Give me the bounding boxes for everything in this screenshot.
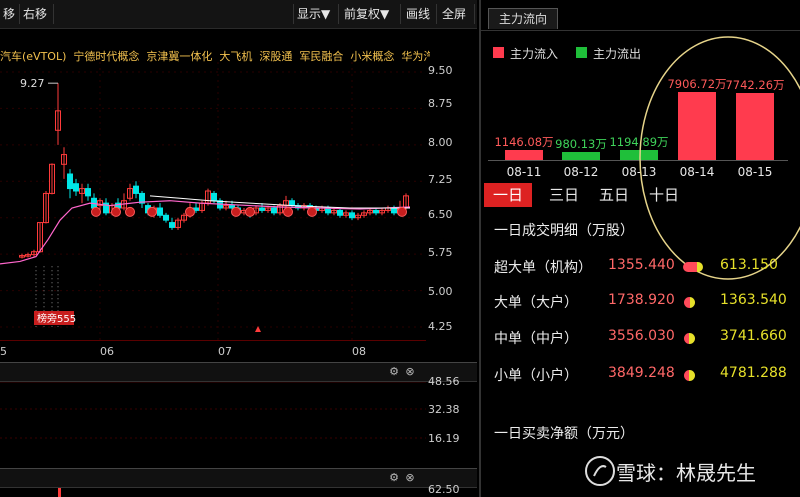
price-axis-tick: 9.50 — [428, 64, 453, 77]
detail-row-sell: 3741.660 — [720, 328, 787, 344]
net-title: 一日买卖净额（万元） — [494, 426, 634, 442]
tab-capital-flow[interactable]: 主力流向 — [488, 8, 558, 29]
detail-row-sell: 4781.288 — [720, 365, 787, 381]
price-axis-tick: 8.75 — [428, 97, 453, 110]
candle-body — [73, 183, 79, 192]
detail-row-buy: 1738.920 — [608, 292, 675, 308]
indicator-axis-tick: 62.50 — [428, 483, 460, 496]
xueqiu-logo-icon — [585, 456, 615, 486]
indicator-axis-tick: 32.38 — [428, 403, 460, 416]
candle-body — [163, 214, 169, 221]
detail-title: 一日成交明细（万股） — [494, 223, 634, 239]
period-tab[interactable]: 三日 — [540, 183, 588, 207]
period-tab[interactable]: 十日 — [640, 183, 688, 207]
detail-row-buy: 3849.248 — [608, 365, 675, 381]
flow-bar[interactable] — [505, 150, 543, 160]
price-axis-tick: 4.25 — [428, 320, 453, 333]
left-move-button[interactable]: 移 — [0, 4, 20, 24]
date-axis-tick: 5 — [0, 345, 7, 358]
candle-body — [391, 207, 397, 214]
candlestick-chart[interactable]: 9.27 榜旁555 — [0, 62, 426, 342]
candle-body — [85, 188, 91, 197]
price-axis-tick: 7.25 — [428, 173, 453, 186]
price-axis-tick: 5.00 — [428, 285, 453, 298]
date-axis-tick: 07 — [218, 345, 232, 358]
dragon-tiger-list-tag: 榜旁555 — [34, 311, 76, 325]
detail-row-label: 超大单（机构） — [494, 260, 592, 276]
close-icon[interactable]: ⊗ — [404, 472, 416, 484]
buy-sell-ratio-indicator — [684, 297, 695, 308]
draw-line-button[interactable]: 画线 — [403, 4, 437, 24]
flow-bar-date: 08-12 — [563, 165, 599, 179]
detail-row-label: 大单（大户） — [494, 295, 578, 311]
candle-body — [169, 222, 175, 228]
signal-marker-icon — [125, 206, 135, 217]
legend-in-label: 主力流入 — [510, 47, 559, 61]
price-axis-tick: 6.50 — [428, 208, 453, 221]
detail-row-buy: 1355.440 — [608, 257, 675, 273]
flow-bar-date: 08-11 — [506, 165, 542, 179]
detail-row-label: 中单（中户） — [494, 331, 578, 347]
candle-body — [67, 173, 73, 190]
date-axis-tick: 08 — [352, 345, 366, 358]
buy-sell-ratio-indicator — [684, 370, 695, 381]
fullscreen-button[interactable]: 全屏 — [439, 4, 475, 24]
candle-body — [373, 209, 379, 214]
legend-in-swatch — [493, 47, 504, 58]
signal-marker-icon — [185, 206, 195, 217]
adjust-dropdown[interactable]: 前复权▼ — [341, 4, 401, 24]
right-move-button[interactable]: 右移 — [20, 4, 54, 24]
indicator-axis-tick: 48.56 — [428, 375, 460, 388]
period-tab[interactable]: 五日 — [590, 183, 638, 207]
signal-marker-icon — [231, 206, 241, 217]
candle-body — [259, 207, 265, 211]
detail-row-label: 小单（小户） — [494, 368, 578, 384]
legend-out-swatch — [576, 47, 587, 58]
signal-marker-icon — [245, 206, 255, 217]
candle-body — [289, 200, 295, 207]
peak-price-label: 9.27 — [20, 77, 45, 90]
indicator-bar-2: ⚙ ⊗ — [0, 468, 477, 488]
period-tab[interactable]: 一日 — [484, 183, 532, 207]
indicator-axis-tick: 16.19 — [428, 432, 460, 445]
signal-marker-icon — [91, 206, 101, 217]
candle-body — [271, 207, 277, 214]
buy-sell-ratio-indicator — [684, 333, 695, 344]
close-icon[interactable]: ⊗ — [404, 366, 416, 378]
settings-gear-icon[interactable]: ⚙ — [388, 366, 400, 378]
detail-row-sell: 613.150 — [720, 257, 778, 273]
legend-out-label: 主力流出 — [593, 47, 642, 61]
buy-sell-ratio-indicator — [683, 262, 703, 272]
chart-axis-line — [0, 340, 426, 341]
indicator-bar-1: ⚙ ⊗ — [0, 362, 477, 382]
candle-body — [133, 185, 139, 194]
detail-row-sell: 1363.540 — [720, 292, 787, 308]
candle-body — [337, 209, 343, 216]
signal-marker-icon — [397, 206, 407, 217]
volume-bar — [58, 488, 61, 497]
price-axis-tick: 8.00 — [428, 136, 453, 149]
signal-marker-icon — [147, 206, 157, 217]
signal-marker-icon — [307, 206, 317, 217]
flow-bar[interactable] — [562, 151, 600, 160]
chart-toolbar: 移 右移 显示▼ 前复权▼ 画线 全屏 — [0, 0, 477, 29]
candle-body — [349, 212, 355, 219]
indicator-chart-1 — [0, 382, 426, 439]
up-arrow-icon — [255, 326, 261, 332]
display-dropdown[interactable]: 显示▼ — [293, 4, 339, 24]
signal-marker-icon — [283, 206, 293, 217]
candle-body — [157, 207, 163, 216]
signal-marker-icon — [111, 206, 121, 217]
settings-gear-icon[interactable]: ⚙ — [388, 472, 400, 484]
date-axis-tick: 06 — [100, 345, 114, 358]
candle-body — [211, 192, 217, 202]
highlight-ellipse — [639, 36, 800, 280]
price-axis-tick: 5.75 — [428, 246, 453, 259]
detail-row-buy: 3556.030 — [608, 328, 675, 344]
list-tag-text: 榜旁555 — [37, 312, 76, 325]
watermark-text: 雪球：林晟先生 — [616, 461, 756, 485]
